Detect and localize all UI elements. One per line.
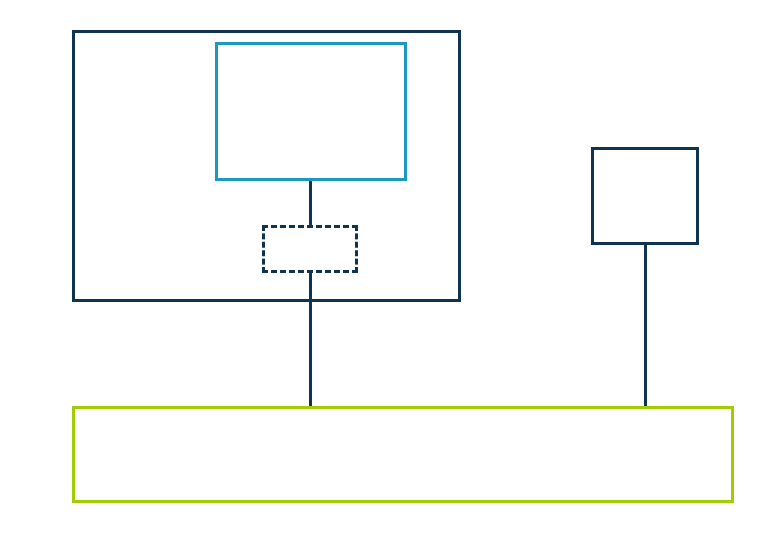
dashed-inner-box bbox=[262, 225, 358, 273]
connector-dashed-to-green bbox=[309, 273, 312, 406]
connector-cyan-to-dashed bbox=[309, 181, 312, 225]
right-box bbox=[591, 147, 699, 245]
connector-right-to-green bbox=[644, 245, 647, 406]
cyan-inner-box bbox=[215, 42, 407, 181]
green-bottom-box bbox=[72, 406, 734, 503]
